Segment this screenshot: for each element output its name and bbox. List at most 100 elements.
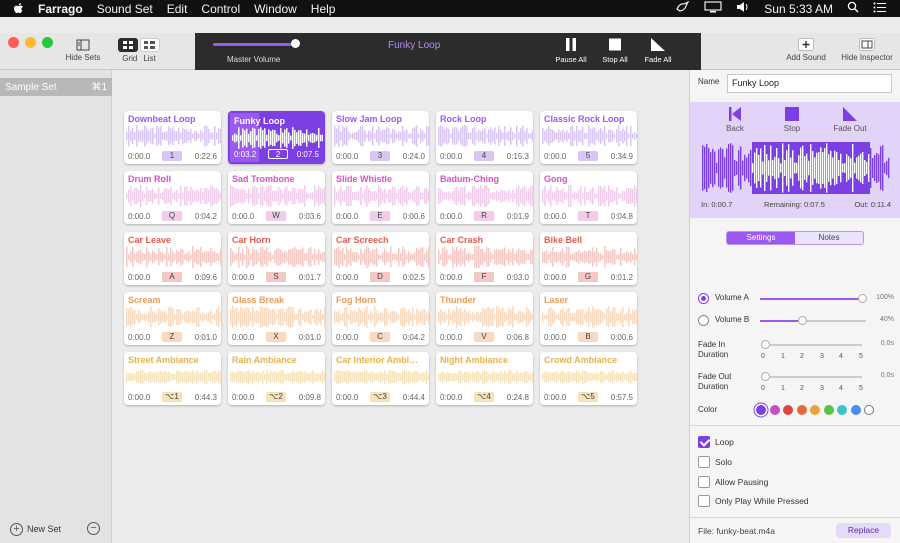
menu-clock[interactable]: Sun 5:33 AM xyxy=(764,2,833,16)
color-swatch[interactable] xyxy=(783,405,793,415)
sound-tile[interactable]: Funky Loop 0:03.2 2 0:07.5 xyxy=(228,111,325,164)
sound-tile[interactable]: Car Horn 0:00.0 S 0:01.7 xyxy=(228,232,325,285)
sound-tile[interactable]: Thunder 0:00.0 V 0:06.8 xyxy=(436,292,533,345)
sound-tile[interactable]: Car Crash 0:00.0 F 0:03.0 xyxy=(436,232,533,285)
remove-set-button[interactable]: − xyxy=(87,522,100,535)
sound-tile[interactable]: Badum-Ching 0:00.0 R 0:01.9 xyxy=(436,171,533,224)
tick-label: 0 xyxy=(761,385,765,392)
waveform xyxy=(230,185,325,207)
waveform-editor[interactable] xyxy=(702,142,890,194)
fade-out-button[interactable]: Fade Out xyxy=(830,107,870,133)
loop-option[interactable]: Loop xyxy=(698,436,848,449)
spotlight-icon[interactable] xyxy=(847,1,859,16)
grid-view-icon[interactable] xyxy=(118,38,138,52)
tile-title: Car Leave xyxy=(128,235,172,245)
fade-in-knob[interactable] xyxy=(761,340,770,349)
fade-all-button[interactable]: Fade All xyxy=(639,38,677,64)
sound-tile[interactable]: Crowd Ambiance 0:00.0 ⌥5 0:57.5 xyxy=(540,352,637,405)
display-icon[interactable] xyxy=(704,1,722,16)
color-swatch[interactable] xyxy=(769,405,780,415)
bird-icon[interactable] xyxy=(676,0,690,16)
tile-hotkey: R xyxy=(474,211,494,221)
apple-icon[interactable] xyxy=(12,2,26,16)
fade-in-slider[interactable] xyxy=(761,340,862,349)
color-swatch[interactable] xyxy=(864,405,874,415)
sound-tile[interactable]: Car Leave 0:00.0 A 0:09.6 xyxy=(124,232,221,285)
replace-button[interactable]: Replace xyxy=(836,523,891,538)
sound-tile[interactable]: Sad Trombone 0:00.0 W 0:03.6 xyxy=(228,171,325,224)
volume-a-radio[interactable] xyxy=(698,293,709,304)
list-view-icon[interactable] xyxy=(140,38,160,52)
volume-a-row: Volume A 100% xyxy=(698,292,894,306)
only-play-pressed-checkbox[interactable] xyxy=(698,495,710,507)
sound-tile[interactable]: Slide Whistle 0:00.0 E 0:00.6 xyxy=(332,171,429,224)
menu-control[interactable]: Control xyxy=(201,2,240,16)
fade-out-slider[interactable] xyxy=(761,372,862,381)
name-field[interactable]: Funky Loop xyxy=(727,74,892,93)
sound-tile[interactable]: Rock Loop 0:00.0 4 0:15.3 xyxy=(436,111,533,164)
tile-hotkey: ⌥5 xyxy=(578,392,598,402)
sound-tile[interactable]: Rain Ambiance 0:00.0 ⌥2 0:09.8 xyxy=(228,352,325,405)
only-play-pressed-option[interactable]: Only Play While Pressed xyxy=(698,495,848,508)
zoom-window-button[interactable] xyxy=(42,37,53,48)
sound-tile[interactable]: Car Screech 0:00.0 D 0:02.5 xyxy=(332,232,429,285)
solo-checkbox[interactable] xyxy=(698,456,710,468)
minimize-window-button[interactable] xyxy=(25,37,36,48)
volume-b-slider[interactable] xyxy=(760,316,866,325)
pause-all-button[interactable]: Pause All xyxy=(552,38,590,64)
allow-pausing-checkbox[interactable] xyxy=(698,476,710,488)
solo-option[interactable]: Solo xyxy=(698,456,848,469)
master-volume-knob[interactable] xyxy=(291,39,300,48)
notification-center-icon[interactable] xyxy=(873,2,886,16)
window-controls xyxy=(8,37,53,48)
sound-tile[interactable]: Street Ambiance 0:00.0 ⌥1 0:44.3 xyxy=(124,352,221,405)
volume-a-knob[interactable] xyxy=(858,294,867,303)
menu-help[interactable]: Help xyxy=(311,2,336,16)
menu-edit[interactable]: Edit xyxy=(167,2,188,16)
sound-tile[interactable]: Night Ambiance 0:00.0 ⌥4 0:24.8 xyxy=(436,352,533,405)
close-window-button[interactable] xyxy=(8,37,19,48)
color-swatch[interactable] xyxy=(810,405,820,415)
add-sound-button[interactable]: Add Sound xyxy=(781,38,831,62)
menu-app-name[interactable]: Farrago xyxy=(38,2,83,16)
sound-tile[interactable]: Car Interior Ambi… 0:00.0 ⌥3 0:44.4 xyxy=(332,352,429,405)
sound-tile[interactable]: Laser 0:00.0 B 0:00.6 xyxy=(540,292,637,345)
tab-notes[interactable]: Notes xyxy=(795,232,863,244)
loop-checkbox[interactable] xyxy=(698,436,710,448)
color-swatch[interactable] xyxy=(756,405,766,415)
new-set-button[interactable]: + New Set xyxy=(10,522,61,536)
sound-tile[interactable]: Slow Jam Loop 0:00.0 3 0:24.0 xyxy=(332,111,429,164)
back-button[interactable]: Back xyxy=(715,107,755,133)
color-swatch[interactable] xyxy=(850,405,861,415)
sound-tile[interactable]: Fog Horn 0:00.0 C 0:04.2 xyxy=(332,292,429,345)
sound-tile[interactable]: Drum Roll 0:00.0 Q 0:04.2 xyxy=(124,171,221,224)
sidebar-item-sample-set[interactable]: Sample Set ⌘1 xyxy=(0,78,112,96)
volume-b-knob[interactable] xyxy=(798,316,807,325)
volume-b-radio[interactable] xyxy=(698,315,709,326)
sound-tile[interactable]: Downbeat Loop 0:00.0 1 0:22.6 xyxy=(124,111,221,164)
menu-sound-set[interactable]: Sound Set xyxy=(97,2,153,16)
fade-out-knob[interactable] xyxy=(761,372,770,381)
sound-tile[interactable]: Glass Break 0:00.0 X 0:01.0 xyxy=(228,292,325,345)
tile-hotkey: Q xyxy=(162,211,182,221)
stop-all-button[interactable]: Stop All xyxy=(596,38,634,64)
volume-a-slider[interactable] xyxy=(760,294,867,303)
allow-pausing-option[interactable]: Allow Pausing xyxy=(698,476,848,489)
sound-tile[interactable]: Gong 0:00.0 T 0:04.8 xyxy=(540,171,637,224)
tile-duration: 0:09.6 xyxy=(194,273,217,282)
color-swatch[interactable] xyxy=(823,405,834,415)
stop-button[interactable]: Stop xyxy=(772,107,812,133)
hide-inspector-button[interactable]: Hide Inspector xyxy=(837,38,897,62)
tab-settings[interactable]: Settings xyxy=(727,232,795,244)
hide-sets-button[interactable]: Hide Sets xyxy=(64,39,102,62)
color-swatch[interactable] xyxy=(837,405,847,415)
sound-tile[interactable]: Classic Rock Loop 0:00.0 5 0:34.9 xyxy=(540,111,637,164)
color-swatch[interactable] xyxy=(796,405,807,415)
tile-hotkey: S xyxy=(266,272,286,282)
sound-tile[interactable]: Scream 0:00.0 Z 0:01.0 xyxy=(124,292,221,345)
tile-duration: 0:01.7 xyxy=(298,273,321,282)
sound-tile[interactable]: Bike Bell 0:00.0 G 0:01.2 xyxy=(540,232,637,285)
fade-in-value: 0.0s xyxy=(880,340,894,347)
menu-window[interactable]: Window xyxy=(254,2,297,16)
volume-icon[interactable] xyxy=(736,1,750,16)
